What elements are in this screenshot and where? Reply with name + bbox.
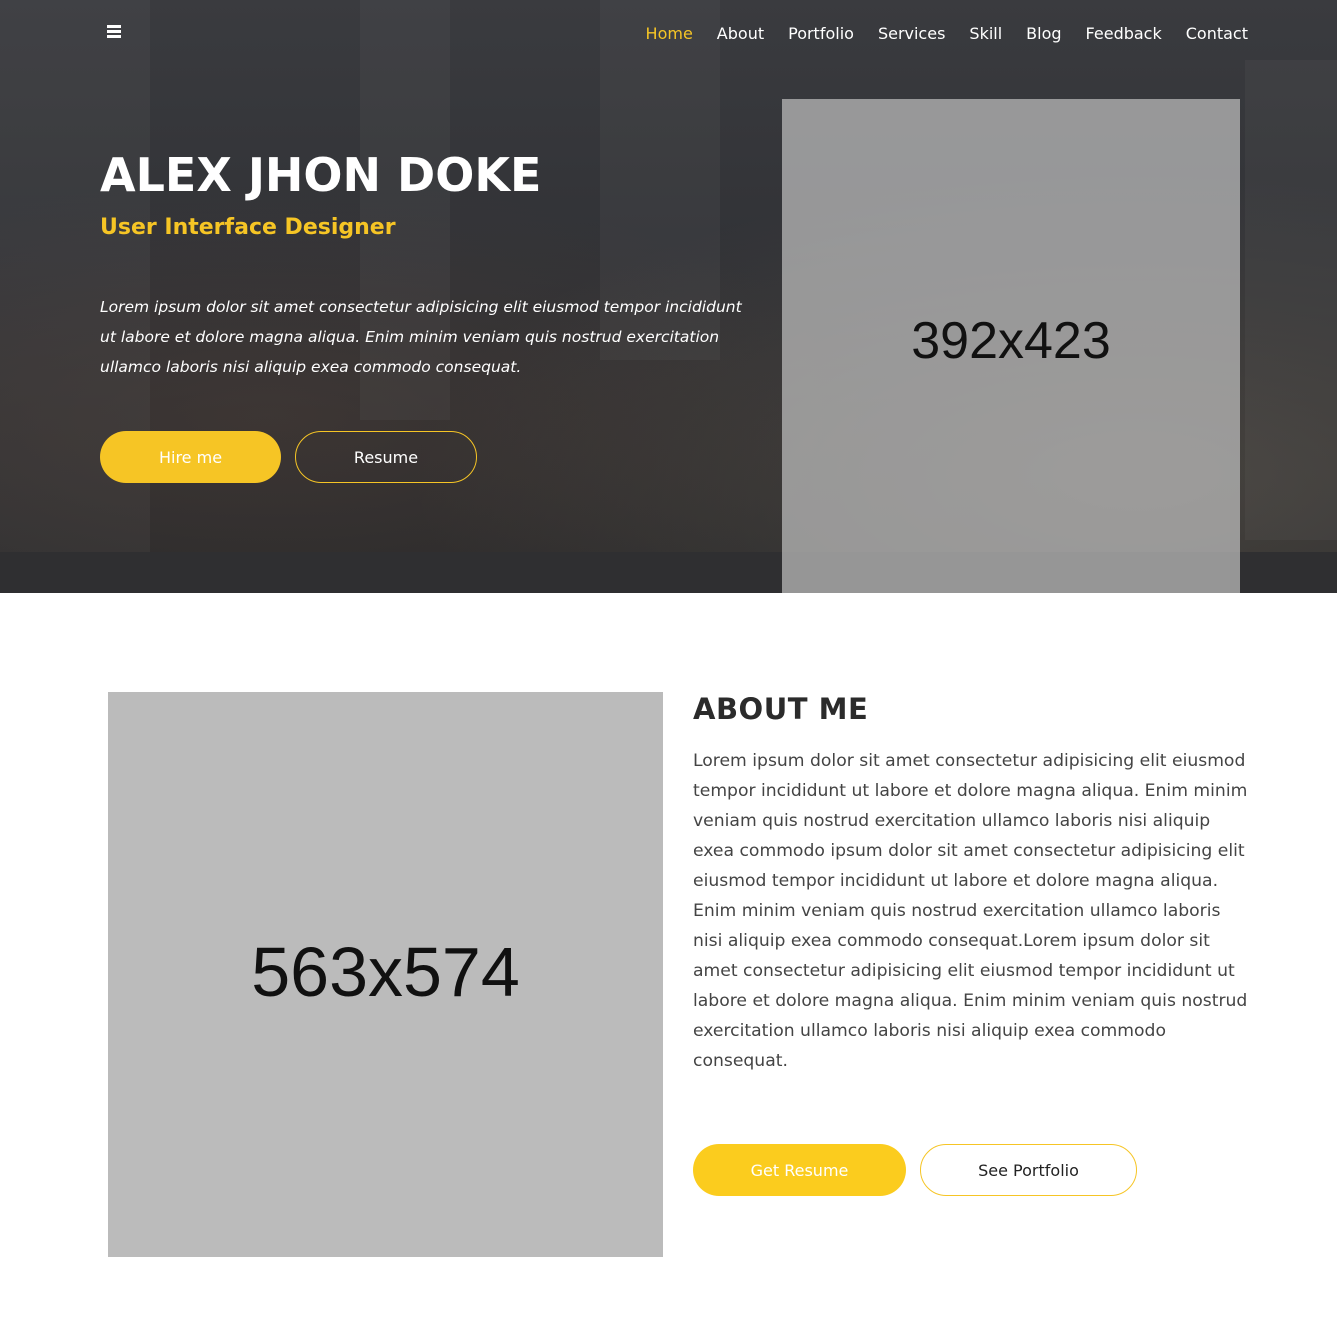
nav-item-skill[interactable]: Skill [969, 22, 1002, 46]
see-portfolio-button[interactable]: See Portfolio [920, 1144, 1137, 1196]
hero-description: Lorem ipsum dolor sit amet consectetur a… [100, 298, 742, 376]
hero-name: ALEX JHON DOKE [100, 148, 542, 202]
resume-button[interactable]: Resume [295, 431, 477, 483]
about-title: ABOUT ME [693, 692, 869, 726]
main-nav: Home About Portfolio Services Skill Blog… [646, 22, 1248, 46]
about-image-placeholder: 563x574 [108, 692, 663, 1257]
nav-item-portfolio[interactable]: Portfolio [788, 22, 854, 46]
hero-image-placeholder: 392x423 [782, 99, 1240, 593]
hero-image-size-label: 392x423 [911, 312, 1111, 370]
nav-item-feedback[interactable]: Feedback [1086, 22, 1162, 46]
hero-role: User Interface Designer [100, 215, 396, 240]
nav-item-home[interactable]: Home [646, 22, 693, 46]
background-building [1245, 60, 1337, 540]
get-resume-button[interactable]: Get Resume [693, 1144, 906, 1196]
nav-item-services[interactable]: Services [878, 22, 945, 46]
nav-item-blog[interactable]: Blog [1026, 22, 1061, 46]
hire-me-button[interactable]: Hire me [100, 431, 281, 483]
hero-section: Home About Portfolio Services Skill Blog… [0, 0, 1337, 593]
about-text: Lorem ipsum dolor sit amet consectetur a… [693, 751, 1248, 1071]
about-image-size-label: 563x574 [251, 932, 520, 1011]
nav-item-about[interactable]: About [717, 22, 764, 46]
nav-item-contact[interactable]: Contact [1186, 22, 1248, 46]
hamburger-menu-icon[interactable] [106, 25, 124, 41]
